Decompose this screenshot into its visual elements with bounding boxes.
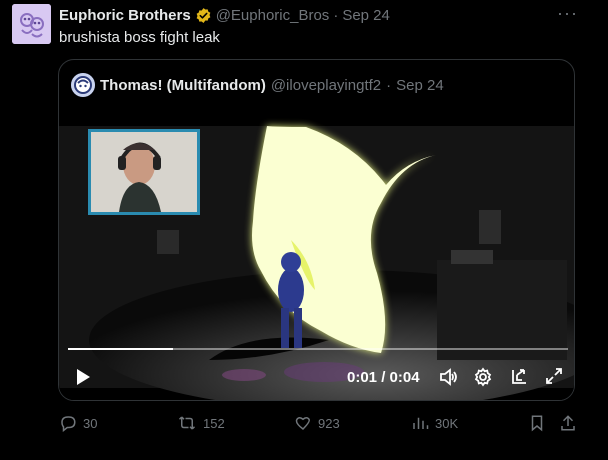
share-icon xyxy=(559,414,577,432)
gear-icon[interactable] xyxy=(473,367,493,392)
post-text: brushista boss fight leak xyxy=(59,29,220,46)
views-count: 30K xyxy=(435,415,459,431)
views-icon xyxy=(411,414,429,432)
quoted-post-header: Thomas! (Multifandom) @iloveplayingtf2 ·… xyxy=(71,73,444,97)
progress-bar-fill xyxy=(68,348,173,350)
verified-badge-icon xyxy=(195,7,212,24)
post-actions: 30 152 923 30K xyxy=(59,414,579,436)
repost-icon xyxy=(177,414,197,432)
fullscreen-icon[interactable] xyxy=(545,367,563,390)
heart-icon xyxy=(294,414,312,432)
reply-button[interactable]: 30 xyxy=(59,414,97,432)
duration: 0:04 xyxy=(389,369,420,386)
views-button[interactable]: 30K xyxy=(411,414,458,432)
time-readout: 0:01 / 0:04 xyxy=(347,369,420,386)
separator-dot: · xyxy=(333,6,339,24)
quoted-post[interactable]: Thomas! (Multifandom) @iloveplayingtf2 ·… xyxy=(58,59,575,401)
video-controls: 0:01 / 0:04 xyxy=(59,363,574,393)
repost-button[interactable]: 152 xyxy=(177,414,225,432)
quoted-post-date[interactable]: Sep 24 xyxy=(396,77,444,94)
bookmark-button[interactable] xyxy=(529,414,545,432)
separator-dot: · xyxy=(386,76,392,94)
volume-icon[interactable] xyxy=(438,367,458,392)
progress-bar[interactable] xyxy=(68,348,568,350)
author-name[interactable]: Euphoric Brothers xyxy=(59,7,191,24)
more-options-button[interactable]: ··· xyxy=(557,4,578,22)
author-avatar[interactable] xyxy=(12,4,51,44)
author-handle[interactable]: @Euphoric_Bros xyxy=(216,7,330,24)
video-player[interactable]: 0:01 / 0:04 xyxy=(59,110,574,400)
reply-count: 30 xyxy=(83,415,98,431)
share-button[interactable] xyxy=(559,414,577,432)
like-button[interactable]: 923 xyxy=(294,414,340,432)
quoted-author-handle[interactable]: @iloveplayingtf2 xyxy=(271,77,381,94)
video-frame xyxy=(59,110,574,400)
reply-icon xyxy=(59,414,77,432)
post[interactable]: Euphoric Brothers @Euphoric_Bros · Sep 2… xyxy=(0,0,608,460)
quoted-author-name[interactable]: Thomas! (Multifandom) xyxy=(100,77,266,94)
like-count: 923 xyxy=(318,415,340,431)
repost-count: 152 xyxy=(203,415,225,431)
play-icon[interactable] xyxy=(74,367,92,392)
post-header: Euphoric Brothers @Euphoric_Bros · Sep 2… xyxy=(59,6,390,24)
current-time: 0:01 xyxy=(347,369,378,386)
picture-in-picture-icon[interactable] xyxy=(509,367,529,392)
quoted-author-avatar[interactable] xyxy=(71,73,95,97)
time-separator: / xyxy=(377,369,390,386)
bookmark-icon xyxy=(529,414,545,432)
post-date[interactable]: Sep 24 xyxy=(342,7,390,24)
